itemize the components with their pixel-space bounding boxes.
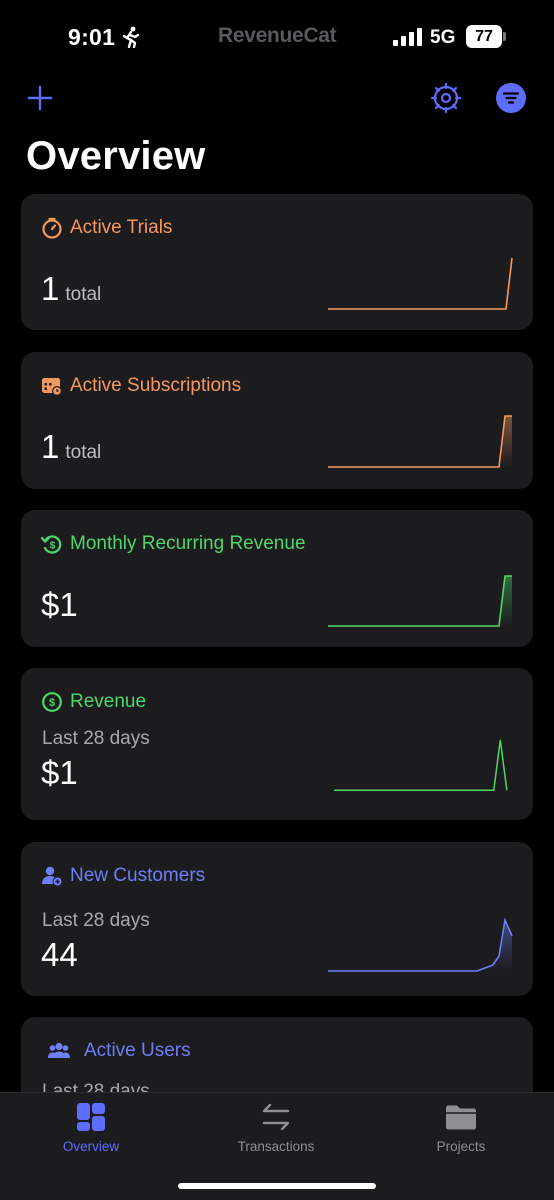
tab-overview[interactable]: Overview — [26, 1101, 156, 1154]
transfer-arrows-icon — [262, 1103, 290, 1131]
card-title: Monthly Recurring Revenue — [70, 533, 306, 554]
card-new-customers[interactable]: New Customers Last 28 days 44 — [21, 842, 533, 996]
sparkline-chart — [328, 257, 513, 310]
app-logo: RevenueCat — [218, 24, 337, 47]
card-subtitle: Last 28 days — [42, 910, 150, 931]
card-header: Active Trials — [41, 217, 172, 239]
card-value: 44 — [41, 936, 78, 974]
card-title: Active Trials — [70, 217, 173, 238]
tab-transactions[interactable]: Transactions — [211, 1101, 341, 1154]
card-title: Active Users — [84, 1040, 191, 1061]
card-value: 1 total — [41, 270, 101, 308]
card-value-number: $1 — [41, 754, 78, 791]
home-indicator — [178, 1183, 376, 1189]
card-value-unit: total — [65, 442, 102, 463]
metrics-list: Active Trials 1 total Active Subscription… — [21, 194, 533, 1092]
card-value-number: 44 — [41, 936, 78, 973]
sparkline-chart — [334, 739, 508, 792]
svg-text:$: $ — [49, 697, 55, 709]
signal-icon — [393, 28, 422, 46]
card-value: $1 — [41, 586, 78, 624]
card-value: 1 total — [41, 428, 101, 466]
card-revenue[interactable]: $ Revenue Last 28 days $1 — [21, 668, 533, 820]
folder-icon — [446, 1105, 476, 1130]
card-value-unit: total — [65, 284, 102, 305]
network-type: 5G — [430, 27, 456, 48]
card-title: Active Subscriptions — [70, 375, 242, 396]
filter-button[interactable] — [496, 83, 526, 113]
tab-label: Transactions — [237, 1139, 315, 1154]
tab-label: Projects — [436, 1139, 486, 1154]
sparkline-chart — [328, 918, 513, 972]
card-active-users[interactable]: Active Users Last 28 days — [21, 1017, 533, 1092]
calendar-icon — [42, 378, 62, 396]
users-icon — [48, 1042, 70, 1058]
running-icon — [122, 26, 140, 48]
card-active-trials[interactable]: Active Trials 1 total — [21, 194, 533, 330]
card-mrr[interactable]: $ Monthly Recurring Revenue $1 — [21, 510, 533, 647]
sparkline-chart — [328, 415, 512, 468]
svg-text:$: $ — [50, 541, 56, 552]
page-title: Overview — [26, 134, 206, 178]
timer-icon — [42, 217, 62, 239]
sparkline-chart — [328, 575, 512, 627]
card-header: Active Subscriptions — [41, 375, 241, 397]
card-value: $1 — [41, 754, 78, 792]
tab-projects[interactable]: Projects — [396, 1101, 526, 1154]
battery-level: 77 — [466, 25, 502, 48]
status-bar: 9:01 RevenueCat 5G 77 — [0, 0, 554, 76]
card-header: $ Revenue — [41, 691, 146, 713]
battery-indicator: 77 — [466, 25, 506, 48]
card-header: Active Users — [41, 1040, 191, 1062]
battery-tip — [503, 32, 506, 41]
dashboard-icon — [77, 1103, 105, 1131]
filter-icon — [502, 92, 520, 104]
card-title: New Customers — [70, 865, 206, 886]
card-value-number: $1 — [41, 586, 78, 623]
card-value-number: 1 — [41, 428, 60, 465]
add-person-icon — [42, 866, 63, 887]
card-title: Revenue — [70, 691, 147, 712]
status-time: 9:01 — [68, 24, 116, 50]
card-subtitle: Last 28 days — [42, 1081, 150, 1092]
card-header: New Customers — [41, 865, 205, 887]
card-active-subscriptions[interactable]: Active Subscriptions 1 total — [21, 352, 533, 489]
plus-icon[interactable] — [26, 84, 54, 112]
tab-label: Overview — [62, 1139, 120, 1154]
card-value-number: 1 — [41, 270, 60, 307]
recurring-dollar-icon: $ — [41, 535, 62, 554]
card-header: $ Monthly Recurring Revenue — [41, 533, 306, 555]
card-subtitle: Last 28 days — [42, 728, 150, 749]
gear-icon[interactable] — [430, 82, 462, 114]
dollar-circle-icon: $ — [42, 692, 62, 712]
